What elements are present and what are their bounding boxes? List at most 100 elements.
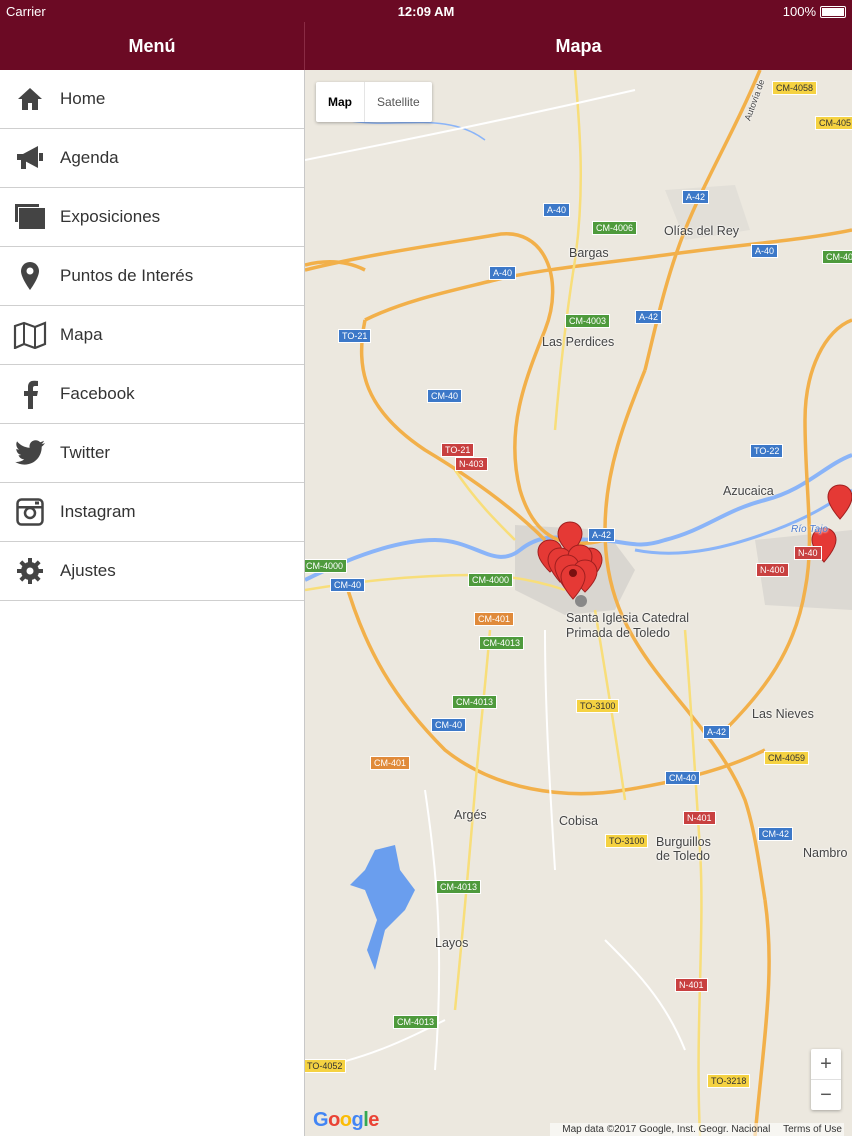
location-pin-icon [0,247,60,305]
menu-title: Menú [128,36,176,56]
home-icon [0,70,60,128]
place-label: Azucaica [723,484,774,498]
megaphone-icon [0,129,60,187]
google-logo: Google [313,1109,379,1131]
place-label: Primada de Toledo [566,626,671,640]
road-shield: CM-4058 [772,81,818,95]
road-shield: CM-4000 [468,573,514,587]
battery-indicator: 100% [783,4,846,19]
cathedral-poi-icon [575,595,587,607]
road-shield: CM-4006 [592,221,638,235]
road-shield: TO-21 [338,329,372,343]
terms-of-use-link[interactable]: Terms of Use [783,1124,842,1135]
road-shield: TO-3100 [576,699,620,713]
sidebar-item-ajustes[interactable]: Ajustes [0,542,304,601]
sidebar-item-twitter[interactable]: Twitter [0,424,304,483]
sidebar-item-label: Facebook [60,384,135,403]
road-shield: CM-40 [665,771,701,785]
road-shield: A-42 [635,310,663,324]
zoom-out-button[interactable]: − [811,1080,841,1110]
map-type-map-button[interactable]: Map [316,82,364,122]
zoom-control: + − [811,1049,841,1110]
sidebar-item-label: Exposiciones [60,207,161,226]
zoom-in-button[interactable]: + [811,1049,841,1079]
road-shield: CM-40 [427,389,463,403]
road-shield: CM-4013 [436,880,482,894]
road-shield: CM-401 [370,756,411,770]
place-label: Bargas [569,246,609,260]
road-shield: CM-4059 [764,751,810,765]
battery-percent: 100% [782,4,816,19]
road-shield: TO-4052 [305,1059,347,1073]
sidebar-item-label: Mapa [60,325,103,344]
road-shield: N-400 [756,563,789,577]
map-attribution: Map data ©2017 Google, Inst. Geogr. Naci… [550,1123,844,1136]
place-label: Burguillos [656,835,711,849]
attribution-text: Map data ©2017 Google, Inst. Geogr. Naci… [562,1124,771,1135]
gallery-icon [0,188,60,246]
sidebar-item-label: Home [60,89,106,108]
road-shield: CM-4000 [305,559,348,573]
road-shield: A-40 [543,203,571,217]
map-base-layer [305,70,852,1136]
place-label: Cobisa [559,814,598,828]
road-shield: TO-3218 [707,1074,751,1088]
gear-icon [0,542,60,600]
place-label: Argés [454,808,487,822]
clock: 12:09 AM [397,4,455,19]
instagram-icon [0,483,60,541]
place-label: Las Perdices [542,335,615,349]
sidebar-menu: Home Agenda Exposiciones Puntos de Inter… [0,70,305,1136]
map-type-control: Map Satellite [316,82,432,122]
river-label: Río Tajo [791,524,828,535]
road-shield: N-403 [455,457,488,471]
place-label: Layos [435,936,469,950]
facebook-icon [0,365,60,423]
sidebar-item-home[interactable]: Home [0,70,304,129]
place-label: Nambro [803,846,848,860]
place-label: Olías del Rey [664,224,740,238]
map-view[interactable]: Olías del Rey Bargas Las Perdices Azucai… [305,70,852,1136]
road-shield: A-40 [751,244,779,258]
road-shield: A-40 [489,266,517,280]
map-type-satellite-button[interactable]: Satellite [364,82,432,122]
sidebar-item-label: Ajustes [60,561,116,580]
status-bar: Carrier 12:09 AM 100% [0,0,852,22]
twitter-icon [0,424,60,482]
road-shield: TO-21 [441,443,475,457]
road-shield: N-401 [683,811,716,825]
place-label: Santa Iglesia Catedral [566,611,689,625]
road-shield: TO-3100 [605,834,649,848]
place-label: Las Nieves [752,707,814,721]
road-shield: CM-4013 [393,1015,439,1029]
sidebar-item-label: Puntos de Interés [60,266,194,285]
road-shield: CM-405 [815,116,852,130]
navigation-bar: Menú Mapa [0,22,852,70]
road-shield: CM-42 [758,827,794,841]
sidebar-item-label: Twitter [60,443,111,462]
sidebar-item-instagram[interactable]: Instagram [0,483,304,542]
road-shield: CM-4003 [565,314,611,328]
sidebar-item-agenda[interactable]: Agenda [0,129,304,188]
road-shield: CM-401 [474,612,515,626]
road-shield: N-401 [675,978,708,992]
road-shield: TO-22 [750,444,784,458]
page-title: Mapa [555,36,602,56]
sidebar-item-mapa[interactable]: Mapa [0,306,304,365]
sidebar-item-puntos-de-interes[interactable]: Puntos de Interés [0,247,304,306]
sidebar-item-label: Agenda [60,148,119,167]
sidebar-item-exposiciones[interactable]: Exposiciones [0,188,304,247]
road-shield: A-42 [703,725,731,739]
road-shield: CM-4013 [479,636,525,650]
place-label: de Toledo [656,849,710,863]
sidebar-item-label: Instagram [60,502,136,521]
battery-icon [820,5,846,18]
road-shield: CM-40 [330,578,366,592]
road-shield: A-42 [682,190,710,204]
map-icon [0,306,60,364]
sidebar-item-facebook[interactable]: Facebook [0,365,304,424]
road-shield: A-42 [588,528,616,542]
road-shield: CM-40 [431,718,467,732]
road-shield: CM-40 [822,250,852,264]
road-shield: N-40 [794,546,822,560]
